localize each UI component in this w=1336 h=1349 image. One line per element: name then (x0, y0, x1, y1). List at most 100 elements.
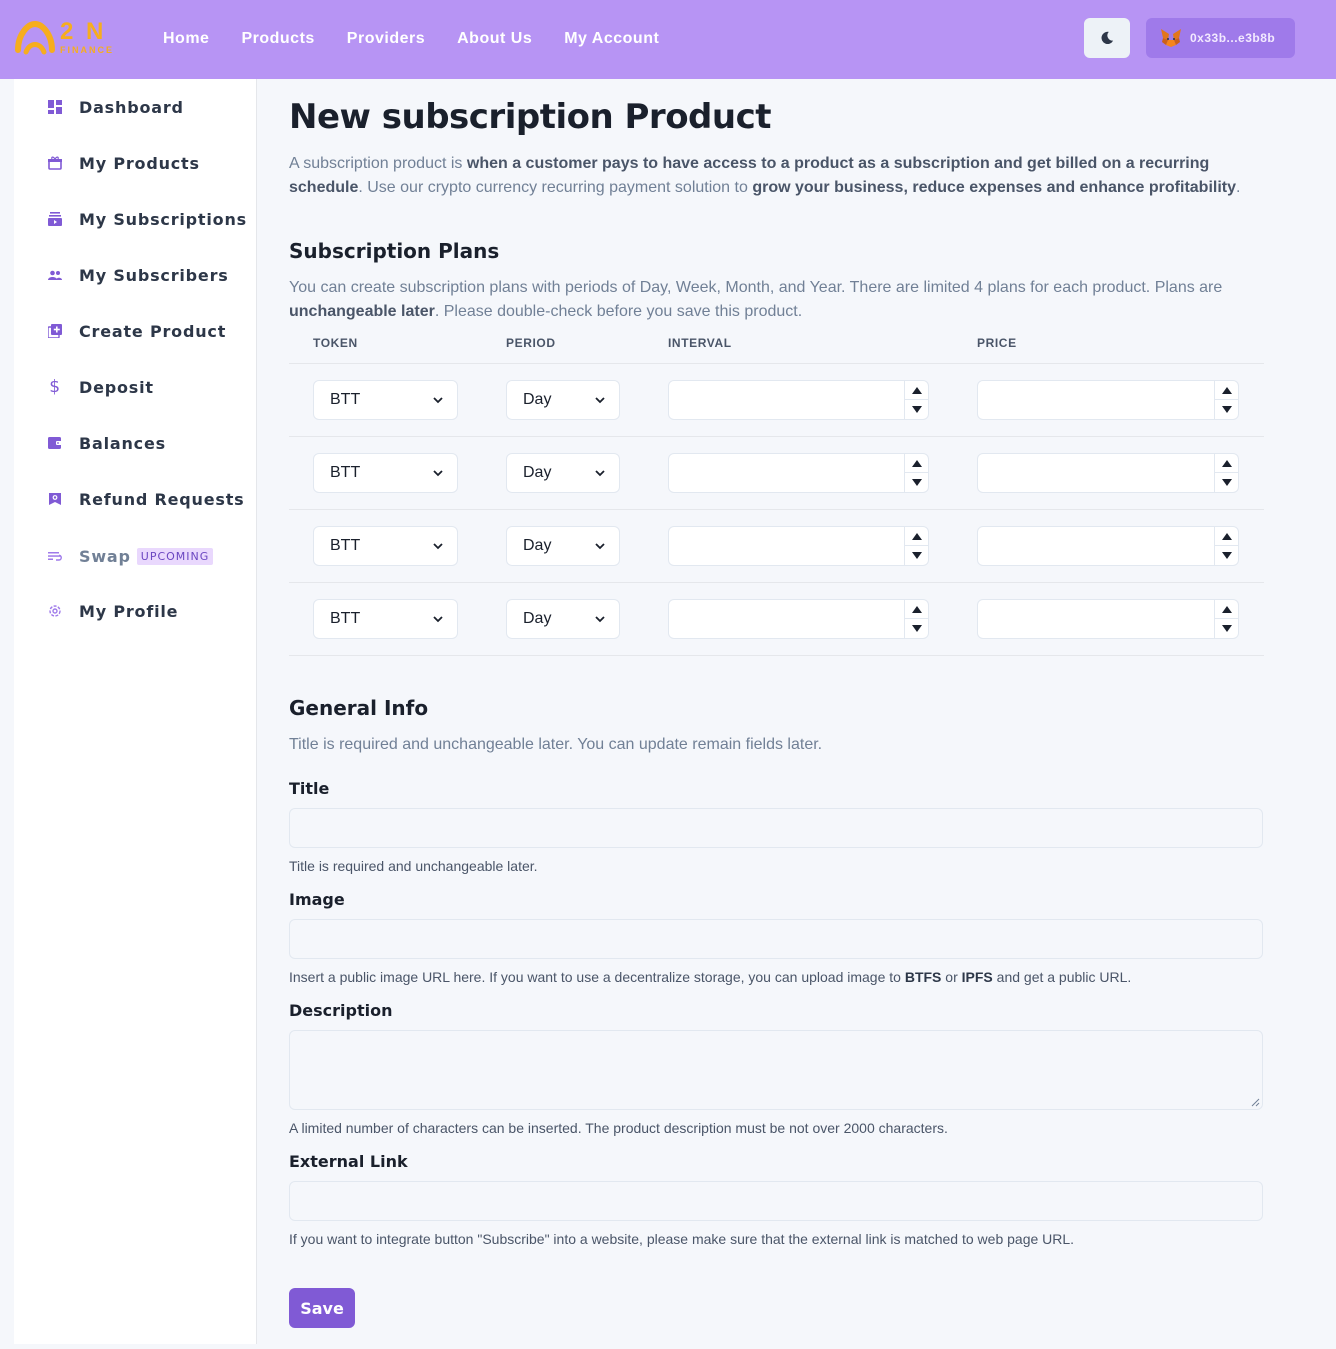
number-stepper (904, 381, 929, 419)
token-select-value: BTT (330, 391, 361, 408)
sidebar-item-balances[interactable]: Balances (14, 423, 257, 463)
image-url-input[interactable] (289, 919, 1263, 959)
table-divider (289, 436, 1264, 437)
title-label: Title (289, 779, 330, 798)
gear-icon (47, 603, 63, 619)
token-select-value: BTT (330, 464, 361, 481)
triangle-up-icon (1222, 459, 1232, 467)
description-help-text: A limited number of characters can be in… (289, 1120, 948, 1136)
decrement-button[interactable] (905, 619, 929, 638)
nav-home[interactable]: Home (163, 28, 209, 50)
brand-logo[interactable]: 2 N FINANCE (14, 18, 118, 60)
sidebar-item-label: Balances (79, 433, 166, 453)
number-stepper (904, 600, 929, 638)
period-select[interactable]: Day (506, 599, 620, 639)
theme-toggle-button[interactable] (1084, 18, 1130, 58)
increment-button[interactable] (1215, 527, 1239, 546)
period-select[interactable]: Day (506, 380, 620, 420)
price-input[interactable] (977, 380, 1239, 420)
chevron-down-icon (595, 470, 605, 477)
decrement-button[interactable] (905, 546, 929, 565)
sidebar-item-label: Deposit (79, 377, 154, 397)
top-header: 2 N FINANCE Home Products Providers Abou… (0, 0, 1336, 79)
triangle-up-icon (1222, 605, 1232, 613)
description-label: Description (289, 1001, 393, 1020)
token-select[interactable]: BTT (313, 453, 458, 493)
triangle-down-icon (1222, 625, 1232, 632)
period-select-value: Day (523, 391, 552, 408)
nav-my-account[interactable]: My Account (564, 28, 659, 50)
sidebar-item-label: My Subscriptions (79, 209, 247, 229)
decrement-button[interactable] (905, 473, 929, 492)
chevron-down-icon (433, 470, 443, 477)
column-header-price: PRICE (977, 336, 1017, 350)
period-select[interactable]: Day (506, 453, 620, 493)
period-select-value: Day (523, 537, 552, 554)
title-input[interactable] (289, 808, 1263, 848)
sidebar-item-label: Refund Requests (79, 489, 245, 509)
interval-input[interactable] (668, 380, 929, 420)
table-divider (289, 655, 1264, 656)
external-link-label: External Link (289, 1152, 408, 1171)
refund-icon (47, 491, 63, 507)
interval-input[interactable] (668, 526, 929, 566)
token-select[interactable]: BTT (313, 599, 458, 639)
sidebar-item-swap[interactable]: Swap UPCOMING (14, 536, 257, 576)
increment-button[interactable] (905, 527, 929, 546)
increment-button[interactable] (905, 600, 929, 619)
number-stepper (1214, 454, 1239, 492)
subscription-icon (47, 211, 63, 227)
interval-input[interactable] (668, 599, 929, 639)
increment-button[interactable] (1215, 381, 1239, 400)
page-title: New subscription Product (289, 97, 772, 137)
triangle-up-icon (912, 532, 922, 540)
users-icon (47, 267, 63, 283)
nav-providers[interactable]: Providers (347, 28, 425, 50)
chevron-down-icon (433, 616, 443, 623)
sidebar-item-label: My Products (79, 153, 200, 173)
title-help-text: Title is required and unchangeable later… (289, 858, 538, 874)
sidebar-item-dashboard[interactable]: Dashboard (14, 87, 257, 127)
image-label: Image (289, 890, 345, 909)
external-link-input[interactable] (289, 1181, 1263, 1221)
increment-button[interactable] (1215, 600, 1239, 619)
save-button[interactable]: Save (289, 1288, 355, 1328)
decrement-button[interactable] (905, 400, 929, 419)
sidebar-item-my-subscribers[interactable]: My Subscribers (14, 255, 257, 295)
sidebar-item-deposit[interactable]: $ Deposit (14, 367, 257, 407)
decrement-button[interactable] (1215, 546, 1239, 565)
general-info-heading: General Info (289, 696, 429, 720)
sidebar-item-my-subscriptions[interactable]: My Subscriptions (14, 199, 257, 239)
chevron-down-icon (595, 543, 605, 550)
price-input[interactable] (977, 599, 1239, 639)
number-stepper (904, 527, 929, 565)
price-input[interactable] (977, 453, 1239, 493)
nav-products[interactable]: Products (241, 28, 314, 50)
increment-button[interactable] (1215, 454, 1239, 473)
triangle-down-icon (912, 479, 922, 486)
nav-about-us[interactable]: About Us (457, 28, 532, 50)
token-select[interactable]: BTT (313, 526, 458, 566)
sidebar-item-create-product[interactable]: Create Product (14, 311, 257, 351)
decrement-button[interactable] (1215, 619, 1239, 638)
wallet-button[interactable]: 0x33b...e3b8b (1146, 18, 1295, 58)
increment-button[interactable] (905, 381, 929, 400)
interval-input[interactable] (668, 453, 929, 493)
triangle-down-icon (1222, 479, 1232, 486)
period-select[interactable]: Day (506, 526, 620, 566)
decrement-button[interactable] (1215, 400, 1239, 419)
description-textarea[interactable] (289, 1030, 1263, 1110)
triangle-down-icon (1222, 552, 1232, 559)
increment-button[interactable] (905, 454, 929, 473)
token-select[interactable]: BTT (313, 380, 458, 420)
resize-grip-icon[interactable] (1250, 1097, 1260, 1107)
sidebar-item-my-profile[interactable]: My Profile (14, 591, 257, 631)
add-box-icon (47, 323, 63, 339)
logo-text: 2 N (60, 18, 107, 45)
decrement-button[interactable] (1215, 473, 1239, 492)
sidebar-item-my-products[interactable]: My Products (14, 143, 257, 183)
sidebar-item-refund-requests[interactable]: Refund Requests (14, 479, 257, 519)
number-stepper (1214, 381, 1239, 419)
sidebar-item-label: My Profile (79, 601, 179, 621)
price-input[interactable] (977, 526, 1239, 566)
